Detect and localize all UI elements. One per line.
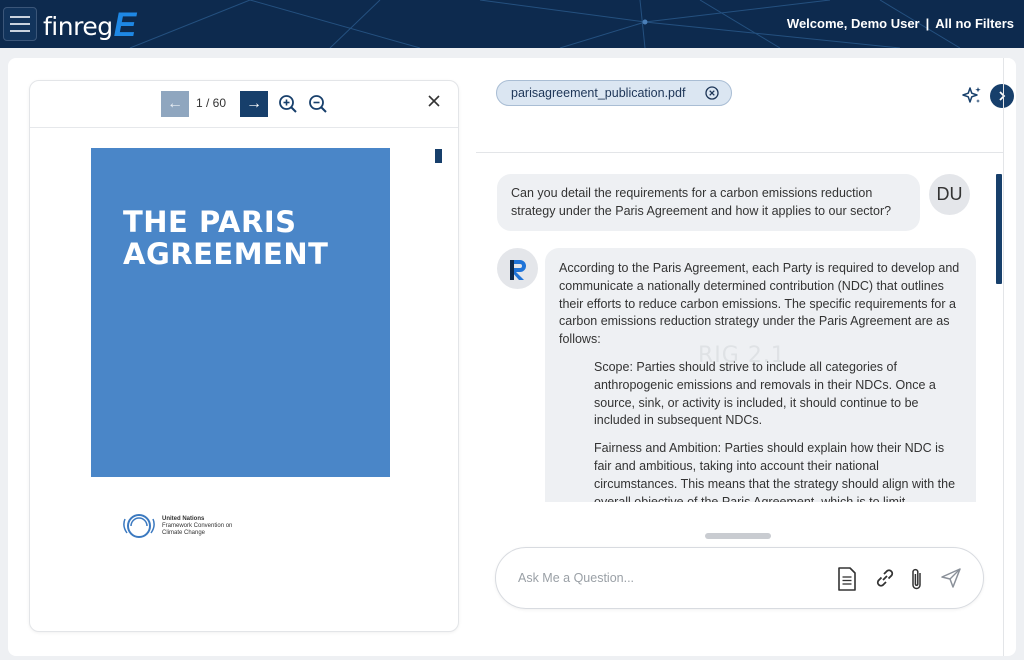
close-icon[interactable] bbox=[427, 94, 441, 108]
bot-logo-icon bbox=[509, 259, 526, 280]
bot-intro-text: According to the Paris Agreement, each P… bbox=[559, 261, 960, 347]
paperclip-icon[interactable] bbox=[909, 566, 925, 592]
zoom-in-icon[interactable] bbox=[278, 94, 298, 114]
bot-message: According to the Paris Agreement, each P… bbox=[545, 248, 976, 502]
hamburger-icon bbox=[10, 16, 30, 18]
next-page-button[interactable]: → bbox=[240, 91, 268, 117]
pdf-scrollbar-thumb[interactable] bbox=[435, 149, 442, 163]
app-logo[interactable]: finreg E bbox=[43, 6, 136, 42]
main-panel: ← 1 / 60 → THE PARIS AGREEMENT United Na… bbox=[8, 58, 1016, 656]
bot-list-item: Fairness and Ambition: Parties should ex… bbox=[594, 441, 956, 502]
panel-divider bbox=[1003, 58, 1004, 656]
cover-title: THE PARIS AGREEMENT bbox=[123, 205, 329, 271]
link-icon[interactable] bbox=[873, 566, 897, 590]
filters-link[interactable]: All no Filters bbox=[935, 16, 1014, 31]
prev-page-button[interactable]: ← bbox=[161, 91, 189, 117]
chat-scrollbar-thumb[interactable] bbox=[996, 174, 1002, 284]
send-icon[interactable] bbox=[939, 566, 963, 590]
app-header: finreg E Welcome, Demo User | All no Filte… bbox=[0, 0, 1024, 48]
zoom-out-icon[interactable] bbox=[308, 94, 328, 114]
user-avatar: DU bbox=[929, 174, 970, 215]
page-indicator: 1 / 60 bbox=[196, 96, 227, 110]
question-input-box bbox=[495, 547, 984, 609]
chip-close-button[interactable] bbox=[705, 86, 720, 100]
pdf-toolbar: ← 1 / 60 → bbox=[30, 81, 458, 128]
logo-mark: E bbox=[113, 6, 137, 44]
circle-x-icon bbox=[705, 86, 720, 100]
hamburger-menu-button[interactable] bbox=[3, 7, 37, 41]
unfccc-emblem-icon bbox=[123, 514, 155, 538]
file-chip[interactable]: parisagreement_publication.pdf bbox=[496, 80, 733, 106]
header-separator: | bbox=[925, 16, 930, 31]
bot-list-item: Scope: Parties should strive to include … bbox=[594, 359, 936, 428]
chevron-right-icon bbox=[999, 91, 1006, 101]
welcome-text: Welcome, Demo User bbox=[786, 16, 920, 31]
user-message: Can you detail the requirements for a ca… bbox=[497, 174, 920, 231]
file-chip-label: parisagreement_publication.pdf bbox=[511, 86, 686, 100]
expand-panel-button[interactable] bbox=[990, 84, 1014, 108]
watermark-text: RIG 2.1 bbox=[698, 343, 786, 368]
pdf-viewer: ← 1 / 60 → THE PARIS AGREEMENT United Na… bbox=[29, 80, 459, 632]
user-greeting: Welcome, Demo User | All no Filters bbox=[787, 16, 1014, 31]
chat-header: parisagreement_publication.pdf bbox=[476, 58, 1014, 153]
bot-avatar bbox=[497, 248, 538, 289]
logo-text: finreg bbox=[43, 12, 113, 41]
drag-handle[interactable] bbox=[705, 533, 771, 539]
question-input[interactable] bbox=[518, 568, 808, 588]
pdf-cover-page: THE PARIS AGREEMENT bbox=[91, 148, 390, 477]
unfccc-logo: United Nations Framework Convention on C… bbox=[122, 513, 232, 539]
sparkle-icon[interactable] bbox=[961, 85, 983, 107]
document-icon[interactable] bbox=[836, 566, 858, 592]
publisher-text: United Nations Framework Convention on C… bbox=[162, 515, 233, 536]
